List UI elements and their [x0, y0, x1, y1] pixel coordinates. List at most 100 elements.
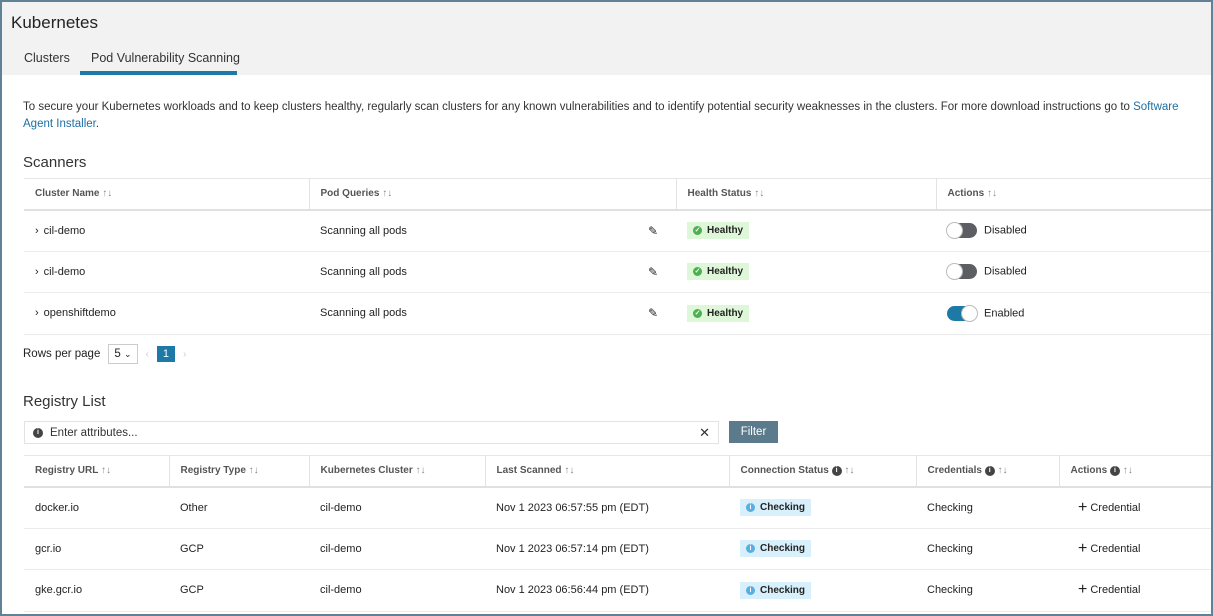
credentials-cell: Checking — [916, 486, 1059, 529]
next-page-icon[interactable]: › — [183, 349, 186, 360]
intro-text: To secure your Kubernetes workloads and … — [23, 99, 1203, 133]
last-scanned-cell: Nov 1 2023 06:57:14 pm (EDT) — [485, 528, 729, 570]
connection-status-cell: i Checking — [729, 528, 916, 570]
cluster-cell[interactable]: › cil-demo — [24, 251, 309, 293]
last-scanned-cell: Nov 1 2023 06:56:44 pm (EDT) — [485, 569, 729, 612]
connection-status-cell: i Checking — [729, 486, 916, 529]
status-badge: i Checking — [740, 540, 812, 558]
status-badge: ✓ Healthy — [687, 304, 750, 322]
chevron-down-icon: ⌄ — [123, 349, 132, 359]
table-row: › openshiftdemo Scanning all pods ✎ ✓ Healt… — [24, 292, 1211, 335]
column-header-pod-queries[interactable]: Pod Queries ↑↓ — [309, 178, 677, 211]
scanners-table: Cluster Name ↑↓ Pod Queries ↑↓ Health St… — [24, 178, 1211, 335]
rows-per-page-select[interactable]: 5 ⌄ — [108, 344, 138, 364]
rows-per-page-label: Rows per page — [23, 348, 101, 360]
info-icon: i — [746, 585, 755, 595]
enable-toggle[interactable] — [946, 263, 977, 281]
health-cell: ✓ Healthy — [676, 251, 936, 293]
pod-queries-cell: Scanning all pods ✎ — [309, 251, 676, 293]
table-row: docker.io Other cil-demo Nov 1 2023 06:5… — [24, 486, 1211, 529]
status-badge: i Checking — [740, 499, 812, 516]
column-header[interactable]: Last Scanned ↑↓ — [485, 455, 730, 488]
registry-url-cell: docker.io — [24, 486, 169, 529]
info-icon: i — [984, 465, 995, 476]
tab-pod-vulnerability-scanning[interactable]: Pod Vulnerability Scanning — [91, 51, 240, 65]
actions-cell: Disabled — [936, 251, 1211, 293]
registry-type-cell: GCP — [169, 569, 309, 612]
expand-chevron-icon[interactable]: › — [35, 266, 39, 278]
plus-icon: + — [1078, 581, 1088, 599]
credentials-cell: Checking — [916, 528, 1059, 570]
table-row: › cil-demo Scanning all pods ✎ ✓ Healthy Di… — [24, 209, 1211, 252]
info-icon: i — [33, 427, 43, 438]
column-header[interactable]: Credentials i ↑↓ — [916, 455, 1060, 488]
info-icon: i — [746, 544, 755, 554]
check-icon: ✓ — [693, 226, 702, 235]
expand-chevron-icon[interactable]: › — [35, 225, 39, 237]
registry-type-cell: Other — [169, 486, 309, 529]
status-badge: ✓ Healthy — [687, 263, 750, 281]
credentials-cell: Checking — [916, 569, 1059, 612]
tab-clusters[interactable]: Clusters — [24, 51, 70, 65]
registry-url-cell: gke.gcr.io — [24, 569, 169, 612]
add-credential-button[interactable]: + Credential — [1059, 486, 1211, 529]
health-cell: ✓ Healthy — [676, 292, 936, 335]
cluster-cell: cil-demo — [309, 528, 485, 570]
filter-button[interactable]: Filter — [729, 421, 778, 443]
cluster-cell: cil-demo — [309, 486, 485, 529]
prev-page-icon[interactable]: ‹ — [146, 349, 149, 360]
column-header[interactable]: Registry Type ↑↓ — [169, 455, 310, 488]
status-badge: i Checking — [740, 581, 812, 599]
active-tab-indicator — [80, 71, 237, 75]
table-row: gke.gcr.io GCP cil-demo Nov 1 2023 06:56… — [24, 569, 1211, 612]
edit-pencil-icon[interactable]: ✎ — [648, 265, 658, 279]
intro-body: To secure your Kubernetes workloads and … — [23, 101, 1134, 113]
filter-placeholder: Enter attributes... — [50, 426, 138, 439]
plus-icon: + — [1078, 539, 1088, 557]
add-credential-button[interactable]: + Credential — [1059, 569, 1211, 612]
actions-cell: Enabled — [936, 292, 1211, 335]
column-header-health-status[interactable]: Health Status ↑↓ — [676, 178, 937, 211]
column-header[interactable]: Connection Status i ↑↓ — [729, 455, 917, 488]
info-icon: i — [831, 465, 842, 476]
actions-cell: Disabled — [936, 209, 1211, 252]
registry-url-cell: gcr.io — [24, 528, 169, 570]
info-icon: i — [746, 503, 755, 512]
check-icon: ✓ — [693, 308, 702, 318]
scanners-heading: Scanners — [23, 154, 87, 171]
cluster-cell: cil-demo — [309, 569, 485, 612]
cluster-cell[interactable]: › cil-demo — [24, 209, 309, 252]
clear-icon[interactable]: ✕ — [699, 425, 710, 441]
connection-status-cell: i Checking — [729, 569, 916, 612]
page-title: Kubernetes — [11, 13, 98, 32]
enable-toggle[interactable] — [946, 222, 977, 239]
expand-chevron-icon[interactable]: › — [35, 307, 39, 319]
add-credential-button[interactable]: + Credential — [1059, 528, 1211, 570]
registry-table: Registry URL ↑↓ Registry Type ↑↓ Kubernete… — [24, 455, 1211, 612]
app-window: Kubernetes Clusters Pod Vulnerability Sc… — [0, 0, 1213, 616]
column-header-cluster-name[interactable]: Cluster Name ↑↓ — [24, 178, 310, 211]
last-scanned-cell: Nov 1 2023 06:57:55 pm (EDT) — [485, 486, 729, 529]
page-1-button[interactable]: 1 — [156, 346, 175, 362]
column-header[interactable]: Kubernetes Cluster ↑↓ — [309, 455, 486, 488]
health-cell: ✓ Healthy — [676, 209, 936, 252]
enable-toggle[interactable] — [947, 304, 978, 322]
check-icon: ✓ — [693, 267, 702, 277]
column-header[interactable]: Actions i ↑↓ — [1059, 455, 1211, 488]
plus-icon: + — [1078, 498, 1088, 516]
edit-pencil-icon[interactable]: ✎ — [648, 306, 658, 320]
column-header-actions[interactable]: Actions ↑↓ — [936, 178, 1211, 211]
page-header: Kubernetes Clusters Pod Vulnerability Sc… — [2, 2, 1211, 75]
table-row: › cil-demo Scanning all pods ✎ ✓ Healthy Di… — [24, 251, 1211, 293]
status-badge: ✓ Healthy — [687, 222, 750, 239]
info-icon: i — [1109, 465, 1120, 476]
cluster-cell[interactable]: › openshiftdemo — [24, 292, 309, 335]
filter-input[interactable]: i Enter attributes... ✕ — [24, 421, 719, 444]
registry-heading: Registry List — [23, 393, 106, 410]
registry-type-cell: GCP — [169, 528, 309, 570]
column-header[interactable]: Registry URL ↑↓ — [24, 455, 170, 488]
edit-pencil-icon[interactable]: ✎ — [648, 224, 658, 238]
pagination: Rows per page 5 ⌄ ‹ 1 › — [23, 344, 186, 364]
table-row: gcr.io GCP cil-demo Nov 1 2023 06:57:14 … — [24, 528, 1211, 570]
intro-end: . — [95, 118, 100, 130]
